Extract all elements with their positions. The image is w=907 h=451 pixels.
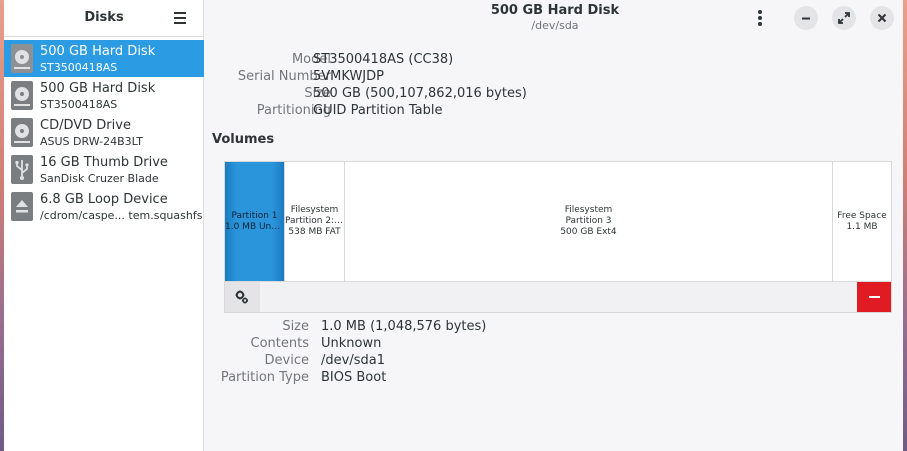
- minimize-icon: [802, 17, 810, 20]
- minimize-button[interactable]: [794, 6, 818, 30]
- maximize-icon: [838, 12, 850, 24]
- detail-label: Size: [282, 319, 309, 334]
- device-item-loop-device[interactable]: 6.8 GB Loop Device /cdrom/caspe... tem.s…: [4, 188, 204, 225]
- property-value: GUID Partition Table: [313, 103, 443, 118]
- device-model: ST3500418AS: [40, 61, 118, 74]
- detail-label: Partition Type: [220, 370, 309, 385]
- optical-drive-icon: [11, 118, 33, 147]
- volume-label: 538 MB FAT: [288, 227, 341, 237]
- detail-value: /dev/sda1: [321, 353, 385, 368]
- minus-icon: [869, 296, 880, 298]
- property-value: ST3500418AS (CC38): [313, 52, 454, 67]
- main-panel: 500 GB Hard Disk /dev/sda Model ST350041…: [205, 0, 903, 451]
- device-item-hard-disk-2[interactable]: 500 GB Hard Disk ST3500418AS: [4, 77, 204, 114]
- volume-label: Partition 2: ...: [285, 216, 344, 226]
- property-row: Model ST3500418AS (CC38): [205, 52, 903, 69]
- volumes-heading: Volumes: [212, 132, 275, 147]
- volume-label: 500 GB Ext4: [560, 227, 617, 237]
- volume-label: 1.0 MB Unk...: [225, 221, 284, 232]
- device-item-hard-disk-1[interactable]: 500 GB Hard Disk ST3500418AS: [4, 40, 204, 77]
- drive-properties: Model ST3500418AS (CC38) Serial Number 5…: [205, 52, 903, 120]
- sidebar-header: Disks: [4, 0, 203, 37]
- titlebar: 500 GB Hard Disk /dev/sda: [205, 0, 903, 37]
- volume-label: Partition 3: [565, 216, 612, 226]
- detail-label: Device: [264, 353, 309, 368]
- volume-partition-3[interactable]: Filesystem Partition 3 500 GB Ext4: [345, 162, 833, 281]
- device-name: 6.8 GB Loop Device: [40, 192, 168, 207]
- device-name: CD/DVD Drive: [40, 118, 131, 133]
- detail-row: Size 1.0 MB (1,048,576 bytes): [205, 319, 903, 336]
- volume-map: Partition 1 1.0 MB Unk... Filesystem Par…: [224, 161, 892, 282]
- volume-toolbar: [224, 282, 892, 313]
- close-icon: [877, 13, 887, 23]
- disks-window: Disks 500 GB Hard Disk ST3500418AS 500 G…: [4, 0, 903, 451]
- device-item-cd-dvd-drive[interactable]: CD/DVD Drive ASUS DRW-24B3LT: [4, 114, 204, 151]
- eject-icon: [11, 192, 33, 221]
- device-list: 500 GB Hard Disk ST3500418AS 500 GB Hard…: [4, 40, 204, 225]
- volume-partition-1[interactable]: Partition 1 1.0 MB Unk...: [225, 162, 285, 281]
- partition-details: Size 1.0 MB (1,048,576 bytes) Contents U…: [205, 319, 903, 387]
- window-subtitle: /dev/sda: [531, 19, 579, 32]
- hard-disk-icon: [11, 81, 33, 110]
- device-model: SanDisk Cruzer Blade: [40, 172, 159, 185]
- volume-partition-2[interactable]: Filesystem Partition 2: ... 538 MB FAT: [285, 162, 345, 281]
- partition-options-button[interactable]: [225, 282, 260, 312]
- volume-label: Partition 1: [231, 210, 278, 221]
- property-value: 500 GB (500,107,862,016 bytes): [313, 86, 527, 101]
- device-name: 500 GB Hard Disk: [40, 81, 156, 96]
- property-row: Size 500 GB (500,107,862,016 bytes): [205, 86, 903, 103]
- property-row: Serial Number 5VMKWJDP: [205, 69, 903, 86]
- volume-label: Filesystem: [290, 205, 339, 215]
- hamburger-menu-icon[interactable]: [174, 12, 186, 24]
- detail-row: Device /dev/sda1: [205, 353, 903, 370]
- property-row: Partitioning GUID Partition Table: [205, 103, 903, 120]
- window-title: 500 GB Hard Disk: [490, 3, 620, 18]
- detail-label: Contents: [250, 336, 309, 351]
- volume-label: Free Space: [837, 210, 887, 221]
- device-name: 16 GB Thumb Drive: [40, 155, 168, 170]
- detail-row: Contents Unknown: [205, 336, 903, 353]
- more-options-icon[interactable]: [758, 10, 762, 26]
- device-model: ASUS DRW-24B3LT: [40, 135, 143, 148]
- close-button[interactable]: [870, 6, 894, 30]
- device-model: /cdrom/caspe... tem.squashfs: [40, 209, 203, 222]
- maximize-button[interactable]: [832, 6, 856, 30]
- device-name: 500 GB Hard Disk: [40, 44, 156, 59]
- detail-value: Unknown: [321, 336, 382, 351]
- usb-icon: [11, 155, 33, 184]
- detail-value: BIOS Boot: [321, 370, 387, 385]
- detail-value: 1.0 MB (1,048,576 bytes): [321, 319, 487, 334]
- device-model: ST3500418AS: [40, 98, 118, 111]
- hard-disk-icon: [11, 44, 33, 73]
- volume-free-space[interactable]: Free Space 1.1 MB: [833, 162, 891, 281]
- delete-partition-button[interactable]: [857, 282, 891, 312]
- property-value: 5VMKWJDP: [313, 69, 384, 84]
- detail-row: Partition Type BIOS Boot: [205, 370, 903, 387]
- gears-icon: [235, 290, 248, 304]
- volume-label: Filesystem: [564, 205, 613, 215]
- device-item-thumb-drive[interactable]: 16 GB Thumb Drive SanDisk Cruzer Blade: [4, 151, 204, 188]
- volume-label: 1.1 MB: [846, 221, 878, 232]
- sidebar: Disks 500 GB Hard Disk ST3500418AS 500 G…: [4, 0, 204, 451]
